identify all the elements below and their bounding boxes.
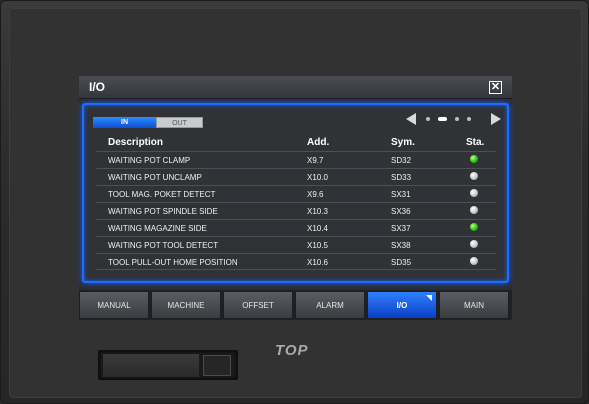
io-table-body: WAITING POT CLAMP X9.7 SD32 WAITING POT UNC… (96, 151, 496, 270)
cell-symbol: SX36 (391, 207, 411, 216)
tab-out[interactable]: OUT (156, 117, 203, 128)
status-led-icon (470, 155, 478, 163)
close-icon[interactable]: ✕ (489, 81, 502, 94)
brand-logo: TOP (275, 342, 309, 359)
active-corner-icon (426, 295, 432, 301)
io-panel: IN OUT Description Add. Sym. Sta. WAITIN… (82, 103, 509, 283)
page-dot[interactable] (426, 117, 430, 121)
status-led-icon (470, 172, 478, 180)
table-row: WAITING POT TOOL DETECT X10.5 SX38 (96, 236, 496, 253)
cell-symbol: SD32 (391, 156, 412, 165)
cell-description: TOOL PULL-OUT HOME POSITION (108, 258, 238, 267)
table-row: WAITING POT UNCLAMP X10.0 SD33 (96, 168, 496, 185)
cell-symbol: SD35 (391, 258, 412, 267)
cell-symbol: SX37 (391, 224, 411, 233)
table-row: TOOL PULL-OUT HOME POSITION X10.6 SD35 (96, 253, 496, 270)
cell-symbol: SD33 (391, 173, 412, 182)
status-led-icon (470, 223, 478, 231)
io-screen: I/O ✕ IN OUT Description Add. Sym. Sta. … (79, 76, 512, 320)
header-symbol: Sym. (391, 137, 415, 148)
card-slot (98, 350, 238, 380)
header-address: Add. (307, 137, 330, 148)
slot-cover (103, 354, 199, 377)
cell-address: X10.5 (307, 241, 328, 250)
slot-latch[interactable] (203, 355, 231, 376)
status-led-icon (470, 240, 478, 248)
page-dot-active[interactable] (438, 117, 447, 121)
nav-button-alarm[interactable]: ALARM (295, 291, 365, 319)
nav-button-i-o[interactable]: I/O (367, 291, 437, 319)
nav-button-offset[interactable]: OFFSET (223, 291, 293, 319)
page-dot[interactable] (467, 117, 471, 121)
bottom-nav: MANUAL MACHINE OFFSET ALARM I/O MAIN (79, 290, 512, 320)
nav-button-machine[interactable]: MACHINE (151, 291, 221, 319)
window-title: I/O (89, 80, 106, 94)
cell-description: TOOL MAG. POKET DETECT (108, 190, 216, 199)
cell-description: WAITING POT SPINDLE SIDE (108, 207, 218, 216)
cell-symbol: SX31 (391, 190, 411, 199)
cell-address: X10.6 (307, 258, 328, 267)
cell-description: WAITING POT TOOL DETECT (108, 241, 219, 250)
table-row: WAITING POT SPINDLE SIDE X10.3 SX36 (96, 202, 496, 219)
status-led-icon (470, 257, 478, 265)
cell-address: X9.6 (307, 190, 324, 199)
next-page-icon[interactable] (491, 113, 501, 125)
cell-symbol: SX38 (391, 241, 411, 250)
header-description: Description (108, 137, 164, 148)
cell-address: X10.4 (307, 224, 328, 233)
cell-address: X9.7 (307, 156, 324, 165)
table-row: WAITING MAGAZINE SIDE X10.4 SX37 (96, 219, 496, 236)
io-tabs: IN OUT (93, 117, 203, 129)
table-header: Description Add. Sym. Sta. (96, 137, 496, 150)
cell-description: WAITING POT CLAMP (108, 156, 191, 165)
cell-address: X10.3 (307, 207, 328, 216)
table-row: WAITING POT CLAMP X9.7 SD32 (96, 151, 496, 168)
cell-address: X10.0 (307, 173, 328, 182)
page-dot[interactable] (455, 117, 459, 121)
header-status: Sta. (466, 137, 485, 148)
status-led-icon (470, 189, 478, 197)
pager (406, 113, 501, 127)
tab-in[interactable]: IN (93, 117, 156, 128)
title-bar: I/O ✕ (79, 76, 512, 99)
table-row: TOOL MAG. POKET DETECT X9.6 SX31 (96, 185, 496, 202)
nav-button-main[interactable]: MAIN (439, 291, 509, 319)
prev-page-icon[interactable] (406, 113, 416, 125)
status-led-icon (470, 206, 478, 214)
nav-button-manual[interactable]: MANUAL (79, 291, 149, 319)
cell-description: WAITING MAGAZINE SIDE (108, 224, 207, 233)
cell-description: WAITING POT UNCLAMP (108, 173, 202, 182)
